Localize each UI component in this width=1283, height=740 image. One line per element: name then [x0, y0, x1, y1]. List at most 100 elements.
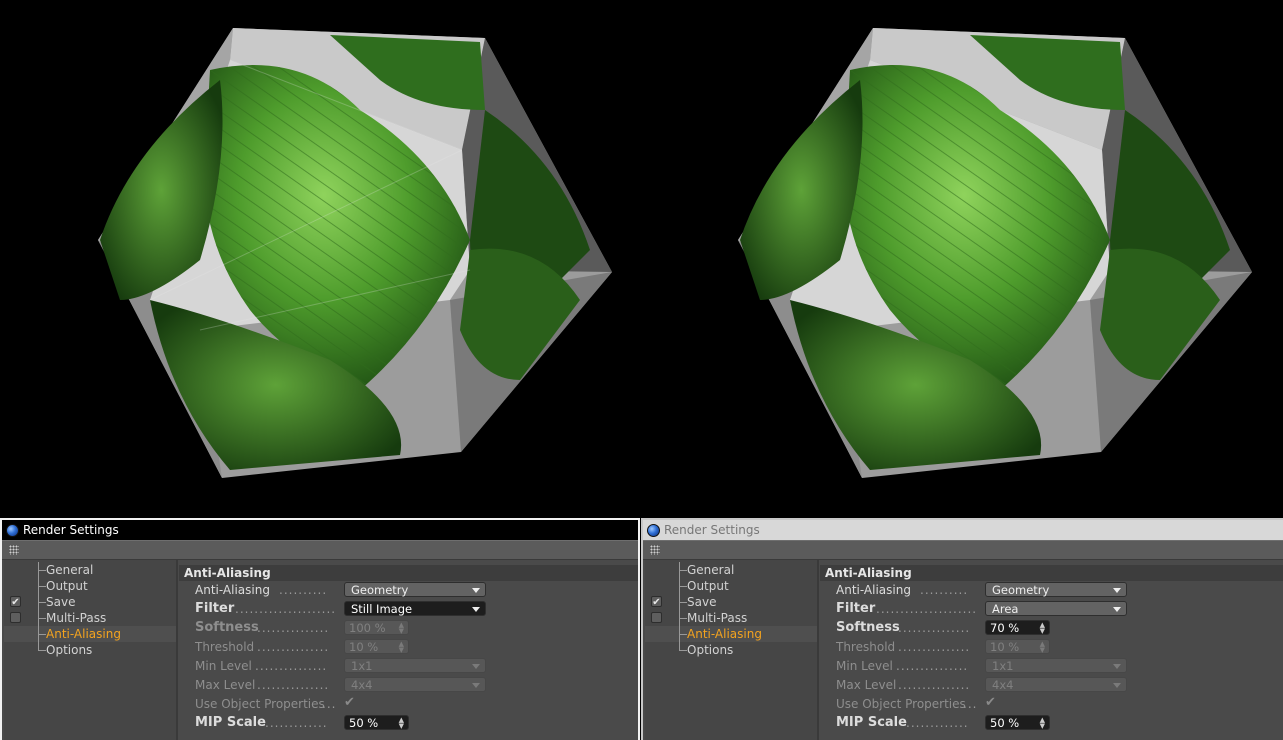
- softness-stepper[interactable]: 100 % ▲ ▼: [344, 620, 409, 635]
- grip-icon[interactable]: [650, 545, 660, 555]
- render-settings-panel-left: Render Settings General Output ✔ Save Mul…: [0, 518, 640, 740]
- anti-aliasing-row: Anti-Aliasing .......... Geometry: [179, 581, 638, 600]
- save-enable-checkbox[interactable]: ✔: [651, 596, 662, 608]
- chevron-down-icon: [1113, 664, 1121, 669]
- tree-item-label: General: [46, 563, 94, 577]
- tree-item-label: Anti-Aliasing: [687, 627, 762, 641]
- tree-item-label: Save: [46, 595, 76, 609]
- field-label: Filter: [195, 601, 235, 616]
- anti-aliasing-settings: Anti-Aliasing Anti-Aliasing .......... G…: [179, 560, 638, 740]
- threshold-row: Threshold ............... 10 % ▲ ▼: [820, 638, 1283, 657]
- tree-item-label: Anti-Aliasing: [46, 627, 121, 641]
- use-object-properties-row: Use Object Properties ... ✔: [836, 695, 996, 711]
- field-label: Threshold: [836, 640, 896, 654]
- field-label: Softness: [836, 620, 900, 635]
- anti-aliasing-settings: Anti-Aliasing Anti-Aliasing .......... G…: [820, 560, 1283, 740]
- min-level-row: Min Level ............... 1x1: [820, 657, 1283, 676]
- leaf-icosahedron-render: [738, 28, 1252, 478]
- field-label: Softness: [195, 620, 259, 635]
- field-label: Max Level: [836, 678, 897, 692]
- tree-item-save[interactable]: ✔ Save: [645, 594, 817, 610]
- globe-icon: [6, 523, 19, 537]
- stepper-arrows-icon: ▲ ▼: [1039, 621, 1045, 635]
- tree-item-multi-pass[interactable]: Multi-Pass: [4, 610, 176, 626]
- stepper-arrows-icon: ▲ ▼: [398, 640, 404, 654]
- tree-item-label: Multi-Pass: [46, 611, 107, 625]
- filter-dropdown[interactable]: Area: [985, 601, 1127, 616]
- field-label: Threshold: [195, 640, 255, 654]
- use-object-properties-checkbox[interactable]: ✔: [985, 695, 996, 710]
- tree-item-output[interactable]: Output: [4, 578, 176, 594]
- chevron-down-icon: [472, 683, 480, 688]
- panel-menubar: [2, 540, 638, 560]
- multipass-enable-checkbox[interactable]: [10, 612, 21, 623]
- field-label: Anti-Aliasing: [195, 583, 270, 597]
- mip-scale-stepper[interactable]: 50 % ▲ ▼: [985, 715, 1050, 730]
- grip-icon[interactable]: [9, 545, 19, 555]
- tree-item-general[interactable]: General: [645, 562, 817, 578]
- chevron-down-icon: [472, 607, 480, 612]
- anti-aliasing-dropdown[interactable]: Geometry: [985, 582, 1127, 597]
- panel-titlebar[interactable]: Render Settings: [643, 520, 1283, 540]
- field-label: Anti-Aliasing: [836, 583, 911, 597]
- mip-scale-row: MIP Scale ............. 50 % ▲ ▼: [820, 714, 1283, 733]
- tree-item-anti-aliasing[interactable]: Anti-Aliasing: [4, 626, 176, 642]
- tree-item-output[interactable]: Output: [645, 578, 817, 594]
- field-label: Max Level: [195, 678, 256, 692]
- min-level-dropdown[interactable]: 1x1: [344, 658, 486, 673]
- section-title: Anti-Aliasing: [820, 565, 1283, 581]
- tree-item-multi-pass[interactable]: Multi-Pass: [645, 610, 817, 626]
- tree-item-label: Save: [687, 595, 717, 609]
- min-level-dropdown[interactable]: 1x1: [985, 658, 1127, 673]
- softness-row: Softness ............... 70 % ▲ ▼: [820, 619, 1283, 638]
- anti-aliasing-row: Anti-Aliasing .......... Geometry: [820, 581, 1283, 600]
- field-label: Use Object Properties: [195, 697, 325, 711]
- max-level-dropdown[interactable]: 4x4: [344, 677, 486, 692]
- mip-scale-stepper[interactable]: 50 % ▲ ▼: [344, 715, 409, 730]
- chevron-down-icon: [1113, 607, 1121, 612]
- softness-stepper[interactable]: 70 % ▲ ▼: [985, 620, 1050, 635]
- tree-item-label: Output: [46, 579, 88, 593]
- panel-title: Render Settings: [23, 523, 119, 537]
- stepper-arrows-icon: ▲ ▼: [1039, 640, 1045, 654]
- anti-aliasing-dropdown[interactable]: Geometry: [344, 582, 486, 597]
- field-label: Filter: [836, 601, 876, 616]
- tree-item-save[interactable]: ✔ Save: [4, 594, 176, 610]
- tree-item-label: General: [687, 563, 735, 577]
- threshold-stepper[interactable]: 10 % ▲ ▼: [985, 639, 1050, 654]
- filter-row: Filter ..................... Still Image: [179, 600, 638, 619]
- settings-tree: General Output ✔ Save Multi-Pass Anti-Ali…: [4, 560, 178, 740]
- max-level-dropdown[interactable]: 4x4: [985, 677, 1127, 692]
- tree-item-options[interactable]: Options: [645, 642, 817, 658]
- leaf-icosahedron-render: [98, 28, 612, 478]
- render-preview-left: [0, 0, 640, 517]
- chevron-down-icon: [472, 588, 480, 593]
- min-level-row: Min Level ............... 1x1: [179, 657, 638, 676]
- stepper-arrows-icon: ▲ ▼: [398, 716, 404, 730]
- tree-item-options[interactable]: Options: [4, 642, 176, 658]
- use-object-properties-row: Use Object Properties ... ✔: [195, 695, 355, 711]
- mip-scale-row: MIP Scale ............. 50 % ▲ ▼: [179, 714, 638, 733]
- chevron-down-icon: [1113, 683, 1121, 688]
- tree-item-label: Output: [687, 579, 729, 593]
- chevron-down-icon: [472, 664, 480, 669]
- filter-dropdown[interactable]: Still Image: [344, 601, 486, 616]
- panel-titlebar[interactable]: Render Settings: [2, 520, 638, 540]
- use-object-properties-checkbox[interactable]: ✔: [344, 695, 355, 710]
- tree-item-label: Options: [46, 643, 93, 657]
- tree-item-anti-aliasing[interactable]: Anti-Aliasing: [645, 626, 817, 642]
- field-label: Min Level: [836, 659, 893, 673]
- tree-item-general[interactable]: General: [4, 562, 176, 578]
- save-enable-checkbox[interactable]: ✔: [10, 596, 21, 608]
- tree-item-label: Multi-Pass: [687, 611, 748, 625]
- field-label: Min Level: [195, 659, 252, 673]
- chevron-down-icon: [1113, 588, 1121, 593]
- field-label: MIP Scale: [195, 715, 266, 730]
- threshold-stepper[interactable]: 10 % ▲ ▼: [344, 639, 409, 654]
- threshold-row: Threshold ............... 10 % ▲ ▼: [179, 638, 638, 657]
- stepper-arrows-icon: ▲ ▼: [1039, 716, 1045, 730]
- tree-item-label: Options: [687, 643, 734, 657]
- filter-row: Filter ..................... Area: [820, 600, 1283, 619]
- render-settings-panel-right: Render Settings General Output ✔ Save Mul…: [641, 518, 1283, 740]
- multipass-enable-checkbox[interactable]: [651, 612, 662, 623]
